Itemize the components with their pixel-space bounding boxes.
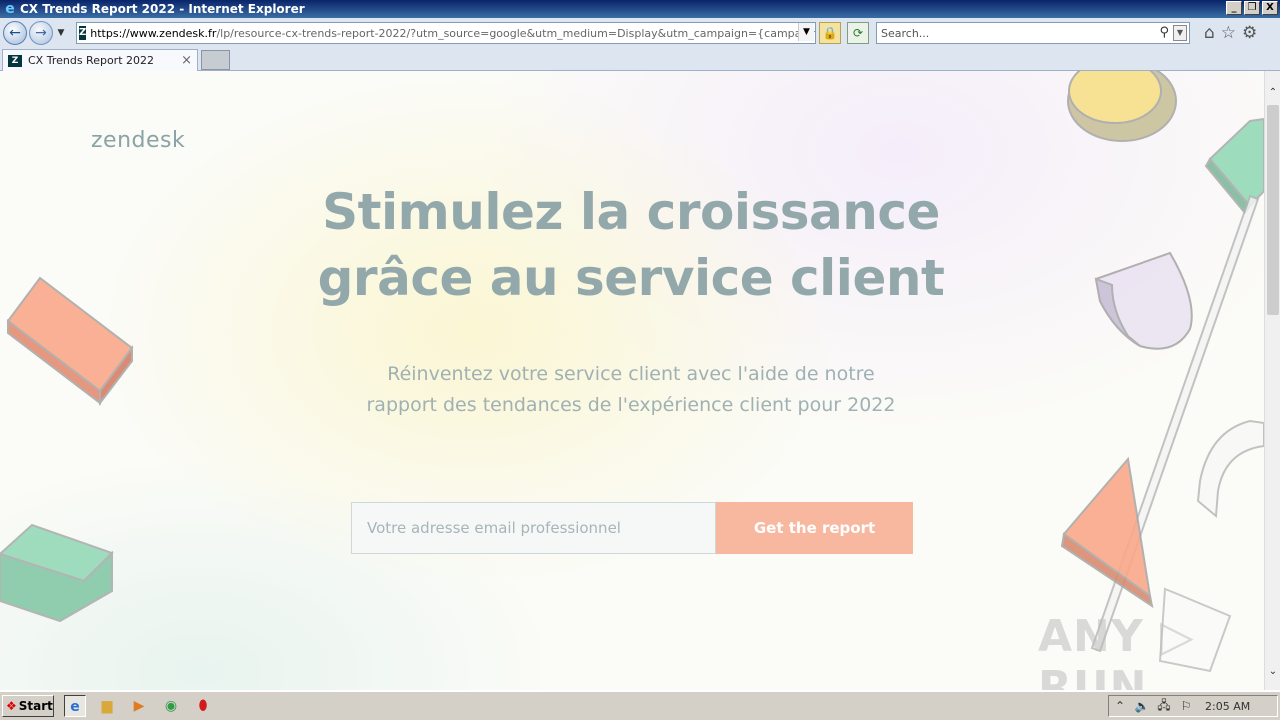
arrow-left-icon: ← <box>9 25 21 41</box>
window-title-bar: e CX Trends Report 2022 - Internet Explo… <box>0 0 1280 18</box>
refresh-icon: ⟳ <box>852 26 864 40</box>
email-field[interactable] <box>351 502 716 554</box>
search-box[interactable]: Search... ⚲ ▼ <box>876 22 1190 44</box>
search-icon[interactable]: ⚲ <box>1159 25 1169 40</box>
tab-cx-trends[interactable]: Z CX Trends Report 2022 × <box>2 49 198 71</box>
home-icon[interactable]: ⌂ <box>1204 23 1215 43</box>
volume-icon[interactable]: 🔈 <box>1131 699 1153 713</box>
scroll-down-icon[interactable]: ⌄ <box>1265 664 1280 680</box>
page-title: Stimulez la croissance grâce au service … <box>300 179 962 311</box>
close-button[interactable]: X <box>1262 1 1278 15</box>
favorites-star-icon[interactable]: ☆ <box>1221 23 1236 43</box>
salmon-triangle-shape <box>1060 456 1154 609</box>
headline-line-2: grâce au service client <box>317 249 945 307</box>
folder-icon[interactable]: ▆ <box>96 695 118 717</box>
recent-pages-dropdown[interactable]: ▼ <box>55 28 67 38</box>
internet-explorer-taskbar-icon[interactable]: e <box>64 695 86 717</box>
quick-launch: e ▆ ▶ ◉ ⬮ <box>64 695 214 717</box>
get-report-button[interactable]: Get the report <box>716 502 913 554</box>
subheading-line-1: Réinventez votre service client avec l'a… <box>387 363 875 385</box>
clock[interactable]: 2:05 AM <box>1205 700 1250 713</box>
start-label: Start <box>18 699 53 713</box>
green-block-shape <box>0 523 114 623</box>
tab-title: CX Trends Report 2022 <box>28 54 155 67</box>
start-button[interactable]: ❖ Start <box>2 695 54 717</box>
opera-icon[interactable]: ⬮ <box>192 695 214 717</box>
salmon-block-shape <box>6 276 134 406</box>
lock-icon: 🔒 <box>822 26 838 40</box>
tray-expand-icon[interactable]: ⌃ <box>1109 699 1131 713</box>
url-path: /lp/resource-cx-trends-report-2022/?utm_… <box>216 26 815 40</box>
address-bar[interactable]: Z https://www.zendesk.fr /lp/resource-cx… <box>76 22 816 44</box>
chevron-down-icon: ▼ <box>803 27 810 37</box>
page-subheading: Réinventez votre service client avec l'a… <box>330 359 932 421</box>
refresh-button[interactable]: ⟳ <box>847 22 869 44</box>
window-controls: _ ❐ X <box>1226 1 1278 15</box>
url-domain: https://www.zendesk.fr <box>90 26 217 40</box>
tab-strip: Z CX Trends Report 2022 × <box>0 48 1280 71</box>
window-title: CX Trends Report 2022 - Internet Explore… <box>20 2 305 16</box>
address-toolbar: ← → ▼ Z https://www.zendesk.fr /lp/resou… <box>0 18 1280 48</box>
new-tab-button[interactable] <box>201 50 230 70</box>
vertical-scrollbar[interactable]: ⌃ ⌄ <box>1264 71 1280 690</box>
anyrun-watermark: ANY ▷ RUN <box>1038 611 1195 690</box>
search-dropdown[interactable]: ▼ <box>1173 25 1187 41</box>
web-page: zendesk Stimulez la croissance grâce au … <box>0 71 1264 690</box>
close-tab-icon[interactable]: × <box>181 53 192 68</box>
subheading-line-2: rapport des tendances de l'expérience cl… <box>366 394 896 416</box>
security-lock-button[interactable]: 🔒 <box>819 22 841 44</box>
chrome-icon[interactable]: ◉ <box>160 695 182 717</box>
yellow-cylinder-shape <box>1067 71 1177 142</box>
scroll-thumb[interactable] <box>1267 105 1279 315</box>
zendesk-logo[interactable]: zendesk <box>91 128 185 153</box>
action-center-flag-icon[interactable]: ⚐ <box>1175 699 1197 713</box>
taskbar: ❖ Start e ▆ ▶ ◉ ⬮ ⌃ 🔈 🖧 ⚐ 2:05 AM <box>0 690 1280 720</box>
forward-button[interactable]: → <box>29 21 53 45</box>
minimize-button[interactable]: _ <box>1226 1 1242 15</box>
windows-logo-icon: ❖ <box>6 699 17 713</box>
address-dropdown[interactable]: ▼ <box>798 23 814 41</box>
diagonal-rod-shape <box>1090 194 1260 653</box>
zendesk-favicon-icon: Z <box>8 54 22 67</box>
headline-line-1: Stimulez la croissance <box>322 183 940 241</box>
search-input[interactable]: Search... <box>881 27 929 40</box>
system-tray: ⌃ 🔈 🖧 ⚐ 2:05 AM <box>1108 695 1278 717</box>
green-wedge-shape <box>1204 117 1264 215</box>
back-button[interactable]: ← <box>3 21 27 45</box>
maximize-button[interactable]: ❐ <box>1244 1 1260 15</box>
gear-icon[interactable]: ⚙ <box>1242 23 1257 43</box>
media-player-icon[interactable]: ▶ <box>128 695 150 717</box>
internet-explorer-icon: e <box>5 1 15 17</box>
browser-tools: ⌂ ☆ ⚙ <box>1204 23 1257 43</box>
arrow-right-icon: → <box>35 25 47 41</box>
scroll-up-icon[interactable]: ⌃ <box>1265 85 1280 101</box>
zendesk-favicon-icon: Z <box>79 26 87 40</box>
lilac-shield-shape <box>1094 251 1193 350</box>
arch-outline-shape <box>1196 419 1264 519</box>
network-icon[interactable]: 🖧 <box>1153 696 1175 717</box>
